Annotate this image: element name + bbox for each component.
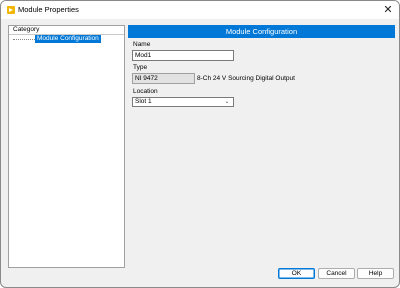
type-field: NI 9472 <box>132 73 195 84</box>
module-properties-dialog: Module Properties ✕ Category Module Conf… <box>0 0 400 288</box>
category-tree: Category Module Configuration <box>8 25 125 268</box>
location-value: Slot 1 <box>135 98 152 105</box>
category-header: Category <box>9 26 124 35</box>
labview-app-icon <box>7 6 15 14</box>
location-select[interactable]: Slot 1 ⌄ <box>132 97 234 107</box>
tree-item-module-configuration[interactable]: Module Configuration <box>35 35 101 43</box>
chevron-down-icon[interactable]: ⌄ <box>223 98 231 106</box>
configuration-header: Module Configuration <box>128 25 395 38</box>
name-input[interactable]: Mod1 <box>132 50 234 61</box>
close-icon[interactable]: ✕ <box>382 4 394 16</box>
type-label: Type <box>133 64 148 71</box>
title-bar[interactable]: Module Properties ✕ <box>1 1 399 19</box>
configuration-panel: Module Configuration Name Mod1 Type NI 9… <box>128 25 395 268</box>
ok-button[interactable]: OK <box>278 268 315 279</box>
name-label: Name <box>133 41 151 48</box>
help-button[interactable]: Help <box>357 268 394 279</box>
window-title: Module Properties <box>18 5 79 14</box>
type-description: 8-Ch 24 V Sourcing Digital Output <box>197 75 295 82</box>
location-label: Location <box>133 88 158 95</box>
tree-connector <box>13 39 35 40</box>
cancel-button[interactable]: Cancel <box>318 268 355 279</box>
